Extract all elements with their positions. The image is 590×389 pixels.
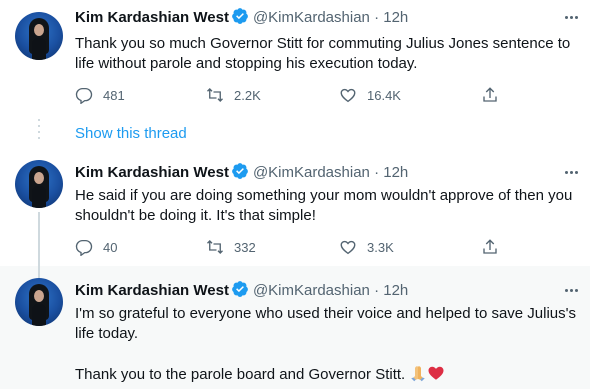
retweet-icon: [207, 240, 223, 254]
timestamp[interactable]: · 12h: [374, 164, 408, 181]
retweet-count: 332: [234, 239, 256, 255]
thread-connector: [38, 266, 40, 278]
display-name[interactable]: Kim Kardashian West: [75, 9, 229, 26]
reply-button[interactable]: 40: [75, 236, 117, 258]
reply-icon: [75, 239, 93, 256]
like-button[interactable]: 16.4K: [339, 84, 401, 106]
like-button[interactable]: 3.3K: [339, 236, 394, 258]
red-heart-emoji-icon: [428, 366, 444, 380]
like-icon: [340, 240, 356, 255]
share-button[interactable]: [481, 84, 499, 106]
avatar[interactable]: [15, 12, 63, 60]
more-icon[interactable]: [562, 162, 582, 182]
tweet-text: Thank you so much Governor Stitt for com…: [75, 35, 571, 72]
tweet-header: Kim Kardashian West @KimKardashian · 12h: [75, 7, 408, 27]
handle[interactable]: @KimKardashian: [253, 9, 370, 26]
tweet-header: Kim Kardashian West @KimKardashian · 12h: [75, 162, 408, 182]
verified-badge-icon: [232, 8, 248, 24]
display-name[interactable]: Kim Kardashian West: [75, 164, 229, 181]
reply-count: 40: [103, 239, 118, 255]
more-icon[interactable]: [562, 7, 582, 27]
reply-count: 481: [103, 87, 125, 103]
reply-button[interactable]: 481: [75, 84, 125, 106]
tweet-2[interactable]: Kim Kardashian West @KimKardashian · 12h …: [0, 149, 590, 266]
share-icon: [483, 87, 497, 102]
tweet-actions: 481 2.2K 16.4K: [75, 84, 497, 106]
tweet-text: I'm so grateful to everyone who used the…: [75, 305, 577, 383]
verified-badge-icon: [232, 163, 248, 179]
retweet-icon: [207, 88, 223, 102]
tweet-3[interactable]: Kim Kardashian West @KimKardashian · 12h …: [0, 266, 590, 389]
like-icon: [340, 88, 356, 103]
show-thread-link[interactable]: Show this thread: [75, 125, 187, 142]
thread-connector: [38, 212, 40, 266]
like-count: 16.4K: [367, 87, 401, 103]
handle[interactable]: @KimKardashian: [253, 282, 370, 299]
folded-hands-emoji-icon: [411, 366, 426, 382]
like-count: 3.3K: [367, 239, 394, 255]
verified-badge-icon: [232, 281, 248, 297]
timestamp[interactable]: · 12h: [374, 9, 408, 26]
show-thread-row[interactable]: Show this thread: [0, 119, 590, 149]
tweet-header: Kim Kardashian West @KimKardashian · 12h: [75, 280, 408, 300]
tweet-actions: 40 332 3.3K: [75, 236, 497, 258]
avatar[interactable]: [15, 160, 63, 208]
retweet-count: 2.2K: [234, 87, 261, 103]
handle[interactable]: @KimKardashian: [253, 164, 370, 181]
share-icon: [483, 239, 497, 254]
share-button[interactable]: [481, 236, 499, 258]
reply-icon: [75, 87, 93, 104]
more-icon[interactable]: [562, 280, 582, 300]
retweet-button[interactable]: 332: [206, 236, 256, 258]
tweet-text: He said if you are doing something your …: [75, 187, 573, 224]
tweet-1[interactable]: Kim Kardashian West @KimKardashian · 12h …: [0, 0, 590, 119]
display-name[interactable]: Kim Kardashian West: [75, 282, 229, 299]
avatar[interactable]: [15, 278, 63, 326]
timestamp[interactable]: · 12h: [374, 282, 408, 299]
retweet-button[interactable]: 2.2K: [206, 84, 261, 106]
